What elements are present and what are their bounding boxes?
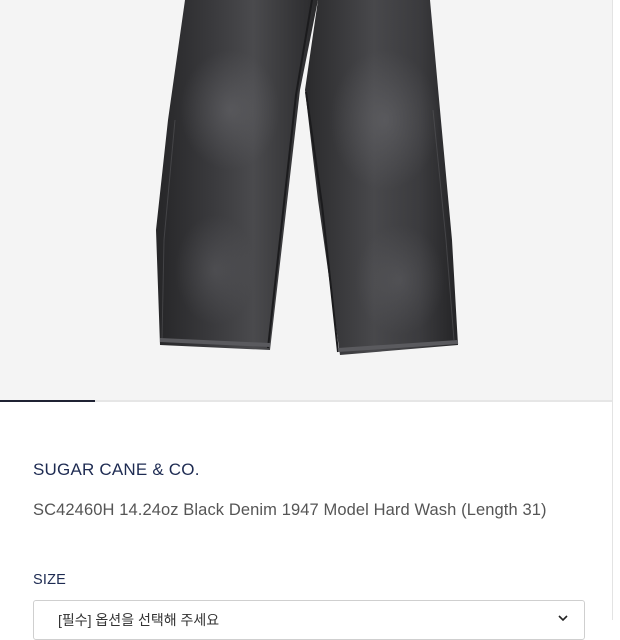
product-image — [156, 0, 459, 355]
page-edge-divider — [612, 0, 613, 620]
brand-name[interactable]: SUGAR CANE & CO. — [33, 459, 200, 481]
chevron-down-icon — [558, 615, 568, 622]
product-image-gallery[interactable] — [0, 0, 612, 400]
product-title: SC42460H 14.24oz Black Denim 1947 Model … — [33, 501, 547, 519]
size-select-value: [필수] 옵션을 선택해 주세요 — [58, 612, 220, 628]
gallery-progress-bar — [0, 400, 96, 402]
size-label: SIZE — [33, 572, 67, 588]
size-select[interactable]: [필수] 옵션을 선택해 주세요 — [33, 600, 585, 640]
